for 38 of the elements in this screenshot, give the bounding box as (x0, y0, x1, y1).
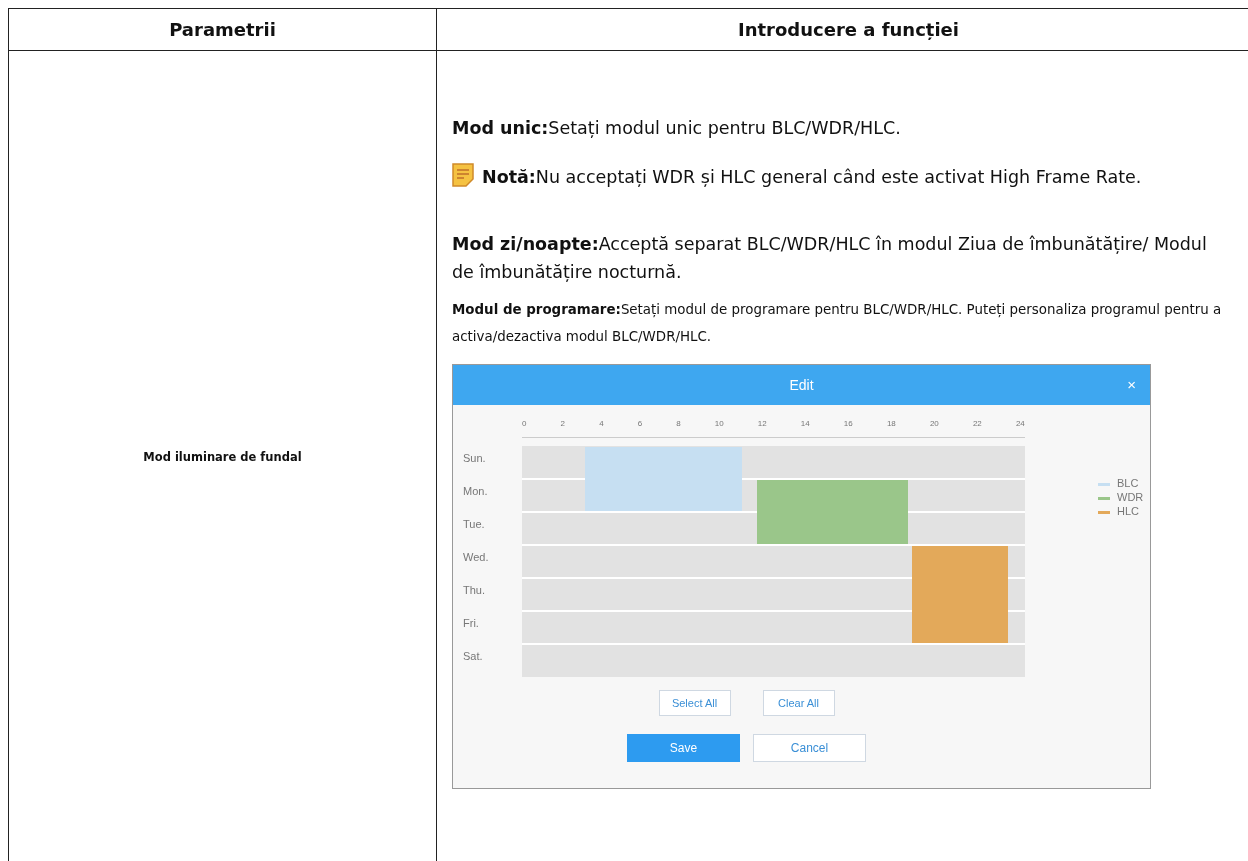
parameter-name: Mod iluminare de fundal (143, 450, 302, 464)
description-paragraph: Mod zi/noapte:Acceptă separat BLC/WDR/HLC în modul Ziua de îmbunătățire/ Modul de îmbunătățire nocturnă. (452, 233, 1208, 284)
note-text: Notă:Nu acceptați WDR și HLC general când este activat High Frame Rate. (482, 166, 1143, 189)
grid-action-button[interactable]: Clear All (762, 690, 835, 716)
legend-label: HLC (1117, 505, 1139, 517)
hour-label: 12 (757, 419, 767, 428)
day-label: Sat. (463, 649, 484, 664)
hour-label: 18 (886, 419, 896, 428)
cancel-button[interactable]: Cancel (753, 734, 866, 762)
dialog-title: Edit (789, 377, 814, 393)
hour-label: 0 (522, 419, 527, 428)
day-label: Wed. (463, 550, 490, 565)
hour-label: 24 (1015, 419, 1025, 428)
description-paragraph: Modul de programare:Setați modul de programare pentru BLC/WDR/HLC. Puteți personaliza programul pentru a activa/dezactiva modul BLC/WDR/HLC. (452, 301, 1223, 346)
hour-label: 4 (599, 419, 604, 428)
grid-action-button[interactable]: Select All (658, 690, 731, 716)
close-button[interactable]: × (1127, 376, 1136, 393)
day-label: Tue. (463, 517, 486, 532)
hour-label: 10 (714, 419, 724, 428)
schedule-grid[interactable] (522, 446, 1025, 677)
day-label: Mon. (463, 484, 489, 499)
hour-label: 2 (560, 419, 565, 428)
note-icon (452, 163, 474, 187)
hour-label: 22 (972, 419, 982, 428)
save-button[interactable]: Save (627, 734, 740, 762)
description-paragraph: Mod unic:Setați modul unic pentru BLC/WDR/HLC. (452, 117, 902, 140)
hour-label: 16 (843, 419, 853, 428)
column-header: Introducere a funcției (437, 9, 1248, 51)
hour-label: 14 (800, 419, 810, 428)
day-label: Fri. (463, 616, 480, 631)
legend-label: BLC (1117, 477, 1139, 489)
hour-label: 6 (637, 419, 643, 428)
hour-label: 8 (676, 419, 681, 428)
day-label: Sun. (463, 451, 487, 466)
column-header: Parametrii (9, 9, 437, 51)
day-label: Thu. (463, 583, 486, 598)
hour-label: 20 (929, 419, 939, 428)
legend-label: WDR (1117, 491, 1144, 503)
